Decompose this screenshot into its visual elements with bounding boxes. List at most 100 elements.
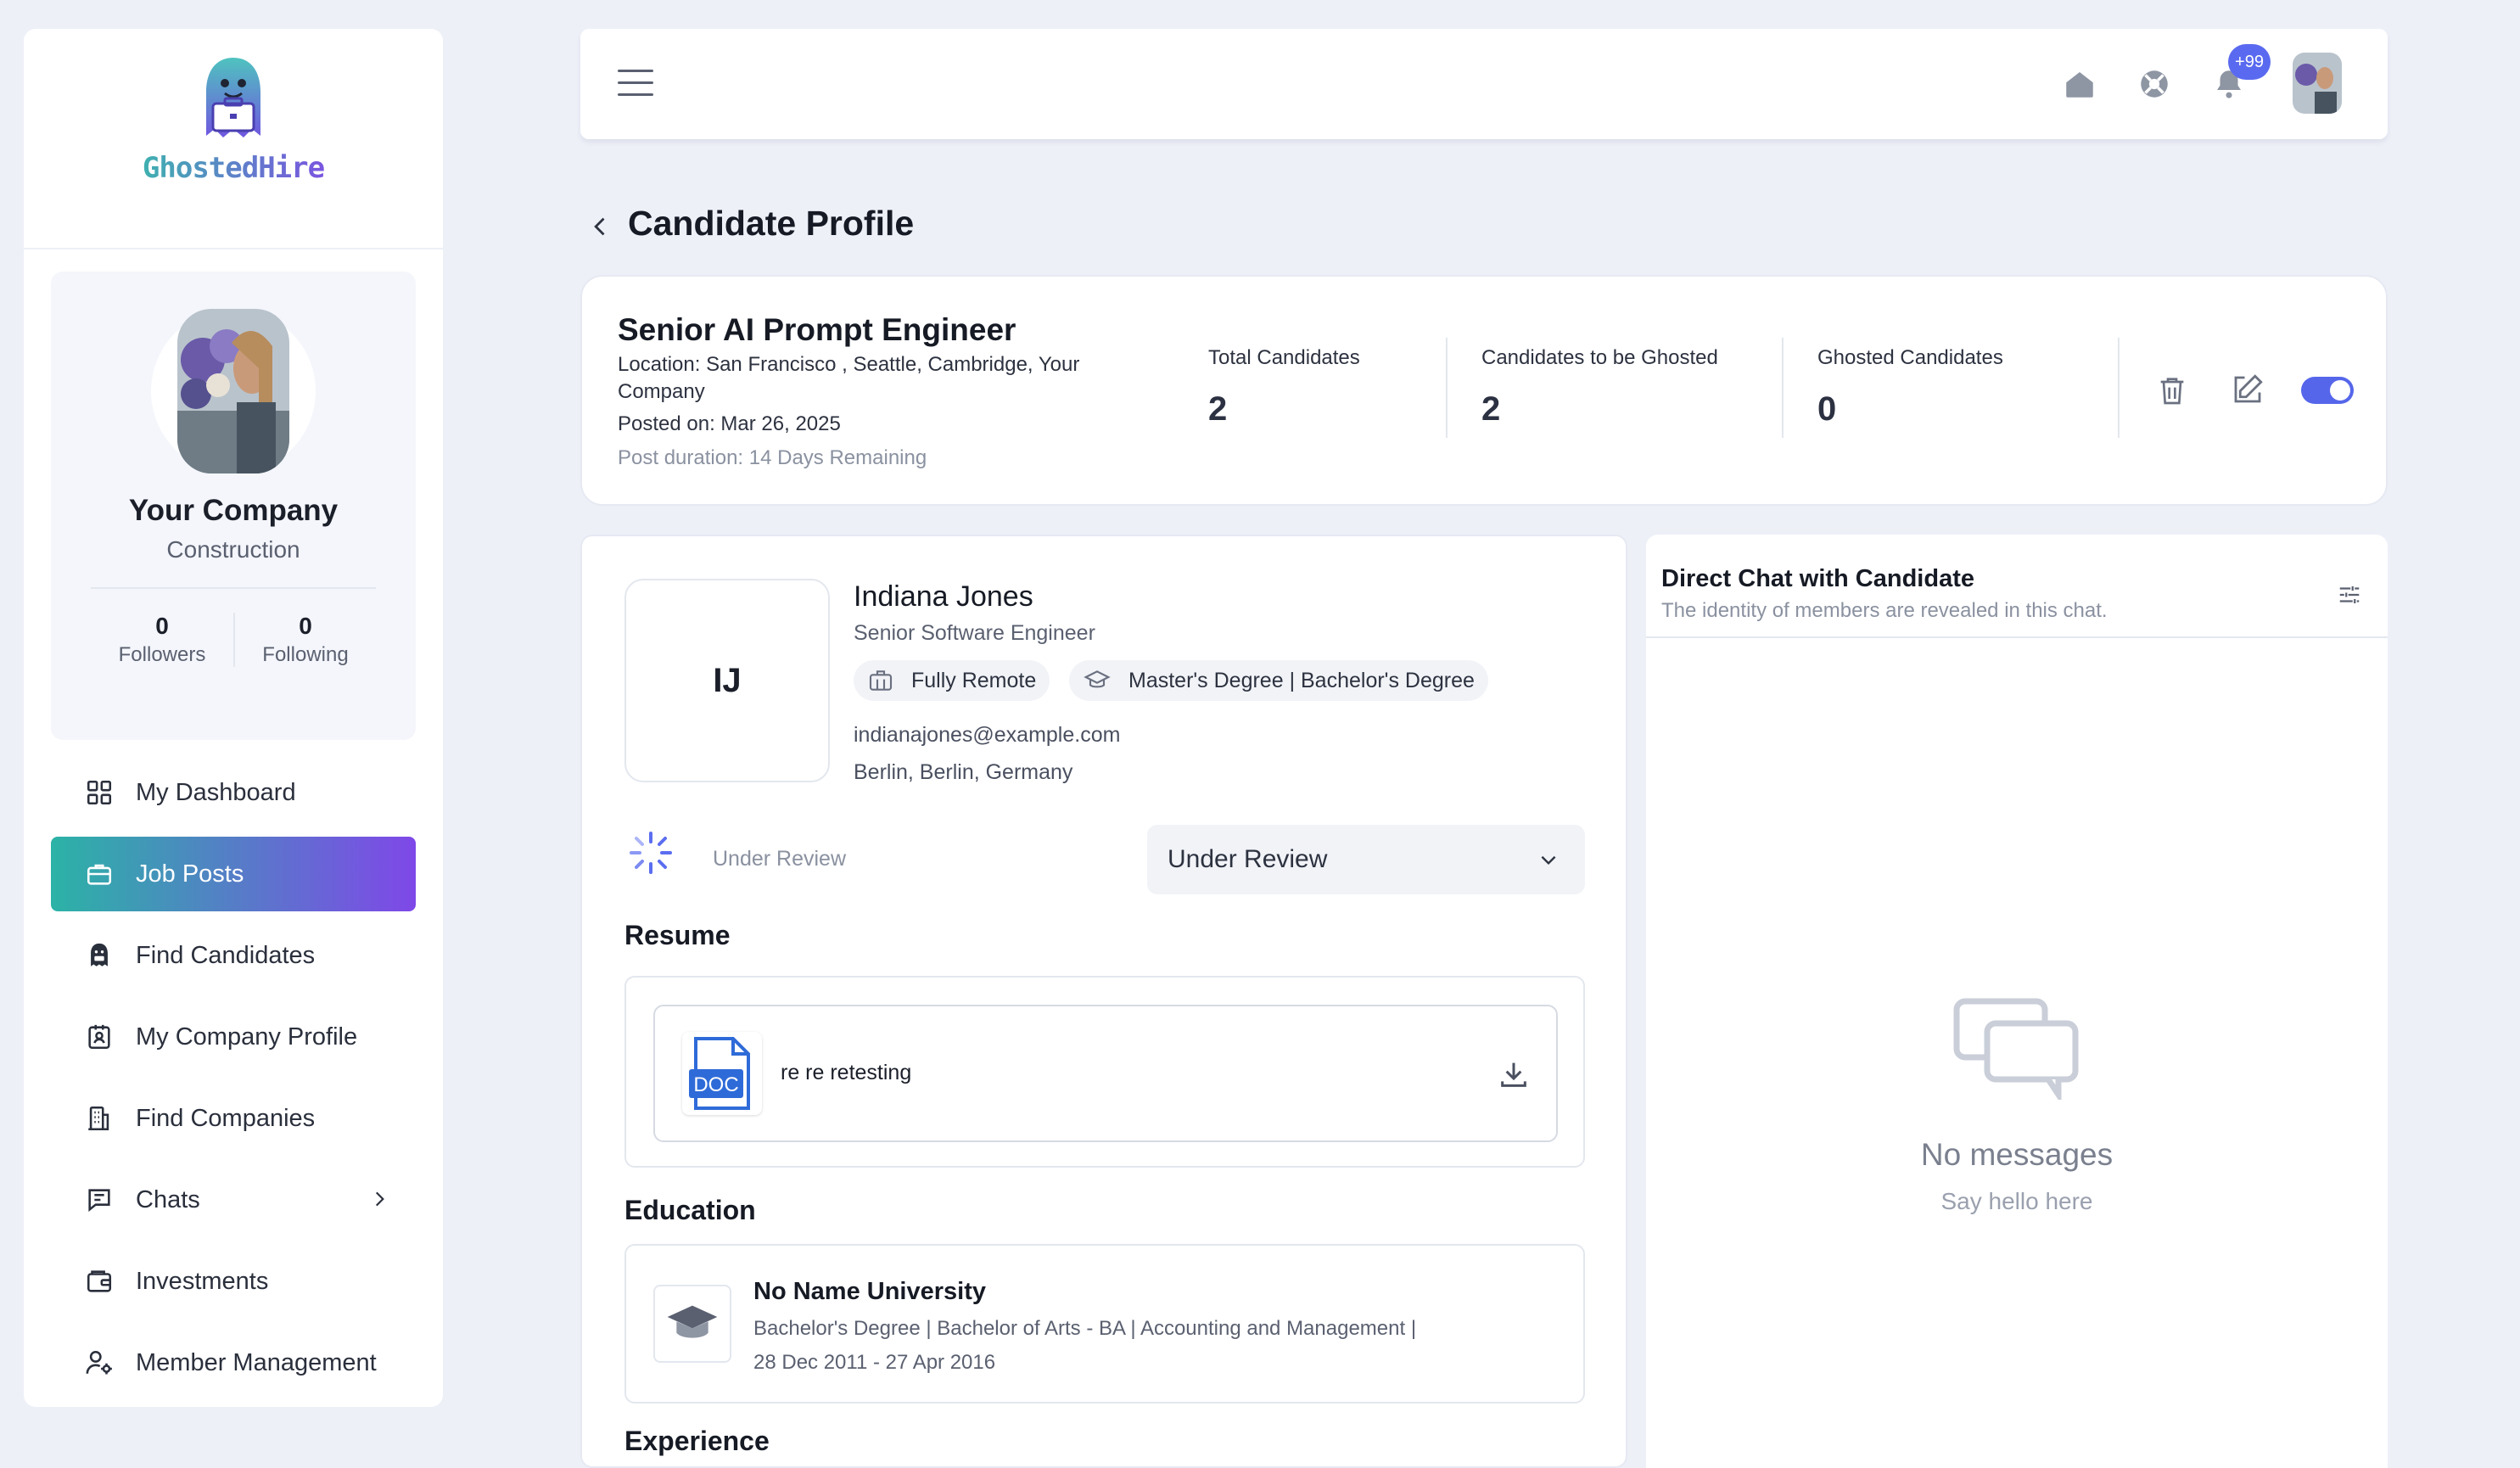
loading-spinner-icon — [628, 830, 674, 880]
company-avatar[interactable] — [151, 309, 316, 473]
home-icon[interactable] — [2062, 66, 2097, 102]
following-count: 0 — [299, 613, 312, 639]
status-text: Under Review — [713, 847, 847, 871]
follow-stats: 0 Followers 0 Following — [91, 613, 376, 667]
menu-toggle-icon[interactable] — [618, 66, 655, 104]
support-icon[interactable] — [2136, 66, 2172, 102]
company-category: Construction — [166, 536, 300, 563]
download-icon[interactable] — [1497, 1057, 1531, 1095]
education-entry: No Name University Bachelor's Degree | B… — [624, 1244, 1585, 1404]
sidebar-item-label: My Company Profile — [136, 1023, 358, 1051]
doc-file-icon: DOC — [682, 1032, 762, 1115]
sidebar-item-label: Job Posts — [136, 860, 244, 888]
brand-logo[interactable]: GhostedHire — [24, 29, 443, 221]
education-level-label: Master's Degree | Bachelor's Degree — [1128, 668, 1475, 692]
sidebar-item-member-management[interactable]: Member Management — [51, 1325, 416, 1400]
candidate-name: Indiana Jones — [854, 580, 1033, 613]
sidebar-item-find-candidates[interactable]: Find Candidates — [51, 918, 416, 993]
sidebar-item-label: Find Companies — [136, 1104, 316, 1132]
candidate-role: Senior Software Engineer — [854, 621, 1095, 645]
messages-empty-icon — [1953, 998, 2080, 1105]
metric-ghosted-candidates[interactable]: Ghosted Candidates 0 — [1817, 346, 2003, 429]
company-name: Your Company — [128, 494, 339, 527]
office-icon — [867, 667, 894, 694]
sidebar-item-label: Member Management — [136, 1348, 377, 1376]
id-card-icon — [81, 1019, 117, 1055]
candidate-email[interactable]: indianajones@example.com — [854, 723, 1120, 748]
education-section-title: Education — [624, 1195, 756, 1225]
back-chevron-icon[interactable] — [589, 212, 613, 245]
doc-file-type: DOC — [693, 1073, 738, 1096]
sidebar-item-job-posts[interactable]: Job Posts — [51, 837, 416, 911]
ghost-icon — [81, 938, 117, 973]
metric-value: 2 — [1481, 390, 1501, 428]
sidebar-nav: My Dashboard Job Posts Find Candidates M… — [51, 755, 416, 1407]
sidebar: GhostedHire Your Company Construction 0 … — [24, 29, 443, 1407]
sidebar-item-investments[interactable]: Investments — [51, 1244, 416, 1319]
direct-chat-panel: Direct Chat with Candidate The identity … — [1646, 535, 2388, 1468]
candidate-initials-avatar: IJ — [624, 579, 830, 782]
job-location: Location: San Francisco , Seattle, Cambr… — [618, 353, 1080, 403]
job-title: Senior AI Prompt Engineer — [618, 312, 1016, 347]
work-mode-chip: Fully Remote — [854, 660, 1050, 701]
graduation-cap-icon — [1083, 667, 1112, 694]
notification-badge: +99 — [2228, 44, 2271, 80]
metric-total-candidates[interactable]: Total Candidates 2 — [1208, 346, 1360, 429]
sidebar-item-label: My Dashboard — [136, 778, 296, 806]
sidebar-item-chats[interactable]: Chats — [51, 1163, 416, 1237]
sidebar-item-find-companies[interactable]: Find Companies — [51, 1081, 416, 1156]
empty-messages-subtitle[interactable]: Say hello here — [1646, 1188, 2388, 1215]
metric-label: Candidates to be Ghosted — [1481, 346, 1718, 369]
job-duration: Post duration: 14 Days Remaining — [618, 446, 927, 470]
metric-candidates-to-be-ghosted[interactable]: Candidates to be Ghosted 2 — [1481, 346, 1718, 429]
following-stat[interactable]: 0 Following — [233, 613, 376, 667]
job-duration-label: Post duration: — [618, 446, 744, 469]
status-select[interactable]: Under Review — [1147, 825, 1585, 894]
candidate-location: Berlin, Berlin, Germany — [854, 760, 1073, 784]
job-active-toggle[interactable] — [2301, 377, 2354, 404]
company-profile-card: Your Company Construction 0 Followers 0 … — [51, 272, 416, 740]
chat-icon — [81, 1182, 117, 1218]
user-avatar[interactable] — [2293, 53, 2342, 114]
experience-section-title: Experience — [624, 1426, 770, 1456]
chat-header: Direct Chat with Candidate The identity … — [1646, 535, 2388, 638]
chat-subtitle: The identity of members are revealed in … — [1661, 599, 2108, 622]
building-icon — [81, 1101, 117, 1136]
user-gear-icon — [81, 1345, 117, 1381]
candidate-panel: IJ Indiana Jones Senior Software Enginee… — [580, 535, 1627, 1468]
edit-icon[interactable] — [2230, 372, 2265, 412]
metric-value: 0 — [1817, 390, 1837, 428]
job-posted-date: Posted on: Mar 26, 2025 — [618, 412, 841, 435]
education-level-chip: Master's Degree | Bachelor's Degree — [1069, 660, 1488, 701]
followers-stat[interactable]: 0 Followers — [91, 613, 233, 667]
education-degree: Bachelor's Degree | Bachelor of Arts - B… — [753, 1317, 1417, 1340]
chat-title: Direct Chat with Candidate — [1661, 565, 1974, 592]
education-dates: 28 Dec 2011 - 27 Apr 2016 — [753, 1351, 996, 1374]
metric-divider — [1782, 338, 1784, 438]
sidebar-item-my-dashboard[interactable]: My Dashboard — [51, 755, 416, 830]
metric-divider — [2118, 338, 2120, 438]
filter-sliders-icon[interactable] — [2337, 582, 2362, 612]
sidebar-divider — [24, 248, 443, 249]
resume-file-row[interactable]: DOC re re retesting — [653, 1005, 1558, 1142]
briefcase-icon — [81, 856, 117, 892]
resume-section-title: Resume — [624, 920, 731, 950]
metric-value: 2 — [1208, 390, 1228, 428]
education-school: No Name University — [753, 1278, 986, 1305]
chevron-right-icon[interactable] — [368, 1188, 390, 1217]
brand-name: GhostedHire — [142, 151, 325, 185]
work-mode-label: Fully Remote — [911, 668, 1037, 692]
profile-divider — [91, 587, 376, 589]
university-icon — [653, 1285, 731, 1363]
trash-icon[interactable] — [2155, 372, 2189, 413]
top-bar: +99 — [580, 29, 2388, 139]
followers-count: 0 — [155, 613, 169, 639]
job-duration-value: 14 Days Remaining — [748, 446, 927, 469]
resume-section: DOC re re retesting — [624, 976, 1585, 1168]
wallet-icon — [81, 1263, 117, 1299]
sidebar-item-my-company-profile[interactable]: My Company Profile — [51, 1000, 416, 1074]
job-summary-card: Senior AI Prompt Engineer Location: San … — [580, 275, 2388, 506]
followers-label: Followers — [118, 643, 206, 666]
sidebar-item-label: Investments — [136, 1267, 269, 1295]
grid-icon — [81, 775, 117, 810]
